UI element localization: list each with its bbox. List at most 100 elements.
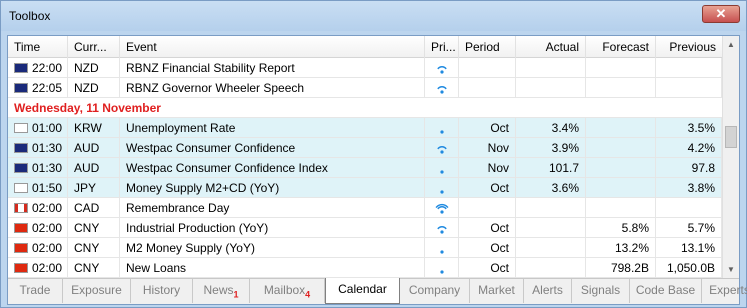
cell-currency: CNY xyxy=(68,238,120,258)
date-label: Wednesday, 11 November xyxy=(14,101,161,115)
col-header-previous[interactable]: Previous xyxy=(656,36,722,58)
cell-forecast xyxy=(586,58,656,78)
flag-au-icon xyxy=(14,143,28,153)
cell-actual xyxy=(516,218,586,238)
cell-actual: 3.4% xyxy=(516,118,586,138)
tab-market[interactable]: Market xyxy=(470,279,524,303)
event-row[interactable]: 01:30 AUD Westpac Consumer Confidence Nov 3.… xyxy=(8,138,722,158)
flag-cn-icon xyxy=(14,243,28,253)
cell-forecast xyxy=(586,178,656,198)
cell-forecast xyxy=(586,138,656,158)
tab-mailbox[interactable]: Mailbox4 xyxy=(250,279,325,303)
event-time: 02:00 xyxy=(32,221,63,235)
tab-company[interactable]: Company xyxy=(400,279,470,303)
cell-priority xyxy=(425,158,459,178)
flag-cn-icon xyxy=(14,263,28,273)
cell-actual xyxy=(516,258,586,278)
cell-period: Oct xyxy=(459,178,516,198)
tab-signals[interactable]: Signals xyxy=(572,279,630,303)
cell-time: 02:00 xyxy=(8,198,68,218)
cell-actual: 3.6% xyxy=(516,178,586,198)
cell-period xyxy=(459,198,516,218)
tab-alerts[interactable]: Alerts xyxy=(524,279,572,303)
cell-period: Nov xyxy=(459,138,516,158)
close-icon: ✕ xyxy=(715,6,727,21)
priority-low-icon xyxy=(435,181,449,195)
cell-event: RBNZ Governor Wheeler Speech xyxy=(120,78,425,98)
calendar-grid: Time Curr... Event Pri... Period Actual … xyxy=(8,36,722,278)
cell-event: Westpac Consumer Confidence Index xyxy=(120,158,425,178)
title-bar[interactable]: Toolbox ✕ xyxy=(1,1,746,31)
col-header-event[interactable]: Event xyxy=(120,36,425,58)
cell-event: Remembrance Day xyxy=(120,198,425,218)
tab-exposure[interactable]: Exposure xyxy=(63,279,131,303)
priority-low-icon xyxy=(435,241,449,255)
col-header-forecast[interactable]: Forecast xyxy=(586,36,656,58)
tab-experts[interactable]: Experts xyxy=(702,279,747,303)
event-row[interactable]: 02:00 CNY Industrial Production (YoY) Oct 5.… xyxy=(8,218,722,238)
flag-ca-icon xyxy=(14,203,28,213)
event-row[interactable]: 22:00 NZD RBNZ Financial Stability Report xyxy=(8,58,722,78)
cell-time: 22:00 xyxy=(8,58,68,78)
col-header-time[interactable]: Time xyxy=(8,36,68,58)
cell-previous: 5.7% xyxy=(656,218,722,238)
cell-previous xyxy=(656,198,722,218)
cell-event: RBNZ Financial Stability Report xyxy=(120,58,425,78)
col-header-actual[interactable]: Actual xyxy=(516,36,586,58)
vertical-scrollbar[interactable]: ▲ ▼ xyxy=(722,36,739,278)
priority-speech-icon xyxy=(435,61,449,75)
cell-time: 01:30 xyxy=(8,138,68,158)
cell-forecast: 798.2B xyxy=(586,258,656,278)
cell-priority xyxy=(425,118,459,138)
scroll-up-icon[interactable]: ▲ xyxy=(723,36,739,53)
tab-label: Exposure xyxy=(71,283,122,297)
cell-currency: AUD xyxy=(68,158,120,178)
event-row[interactable]: 02:00 CNY New Loans Oct 798.2B 1,050.0B xyxy=(8,258,722,278)
tab-label: Calendar xyxy=(338,282,387,296)
flag-cn-icon xyxy=(14,223,28,233)
tab-history[interactable]: History xyxy=(131,279,193,303)
cell-forecast: 5.8% xyxy=(586,218,656,238)
flag-nz-icon xyxy=(14,83,28,93)
cell-priority xyxy=(425,258,459,278)
scroll-down-icon[interactable]: ▼ xyxy=(723,261,739,278)
tab-trade[interactable]: Trade xyxy=(8,279,63,303)
event-row[interactable]: 01:30 AUD Westpac Consumer Confidence Inde… xyxy=(8,158,722,178)
cell-time: 22:05 xyxy=(8,78,68,98)
tab-label: Trade xyxy=(19,283,51,297)
close-button[interactable]: ✕ xyxy=(702,5,740,23)
event-time: 01:00 xyxy=(32,121,63,135)
tab-label: News xyxy=(203,283,234,297)
cell-previous xyxy=(656,78,722,98)
cell-priority xyxy=(425,58,459,78)
event-row[interactable]: 02:00 CAD Remembrance Day xyxy=(8,198,722,218)
tab-badge: 4 xyxy=(305,289,311,300)
scroll-thumb[interactable] xyxy=(725,126,737,148)
tab-code-base[interactable]: Code Base xyxy=(630,279,702,303)
date-group-row[interactable]: Wednesday, 11 November xyxy=(8,98,722,118)
col-header-period[interactable]: Period xyxy=(459,36,516,58)
cell-period xyxy=(459,58,516,78)
priority-low-icon xyxy=(435,261,449,275)
event-row[interactable]: 22:05 NZD RBNZ Governor Wheeler Speech xyxy=(8,78,722,98)
tab-calendar[interactable]: Calendar xyxy=(325,278,400,304)
cell-time: 02:00 xyxy=(8,258,68,278)
event-row[interactable]: 01:50 JPY Money Supply M2+CD (YoY) Oct 3.6% 3… xyxy=(8,178,722,198)
col-header-currency[interactable]: Curr... xyxy=(68,36,120,58)
event-row[interactable]: 02:00 CNY M2 Money Supply (YoY) Oct 13.2% 13.… xyxy=(8,238,722,258)
cell-currency: CNY xyxy=(68,258,120,278)
flag-nz-icon xyxy=(14,63,28,73)
tab-news[interactable]: News1 xyxy=(193,279,250,303)
event-row[interactable]: 01:00 KRW Unemployment Rate Oct 3.4% 3.5% xyxy=(8,118,722,138)
event-time: 01:30 xyxy=(32,161,63,175)
cell-currency: CAD xyxy=(68,198,120,218)
cell-priority xyxy=(425,78,459,98)
cell-previous: 3.5% xyxy=(656,118,722,138)
cell-currency: JPY xyxy=(68,178,120,198)
flag-au-icon xyxy=(14,163,28,173)
bottom-tab-bar: Trade Exposure History News1 Mailbox4 Calenda… xyxy=(8,278,747,304)
flag-jp-icon xyxy=(14,183,28,193)
cell-priority xyxy=(425,198,459,218)
cell-actual xyxy=(516,238,586,258)
col-header-priority[interactable]: Pri... xyxy=(425,36,459,58)
